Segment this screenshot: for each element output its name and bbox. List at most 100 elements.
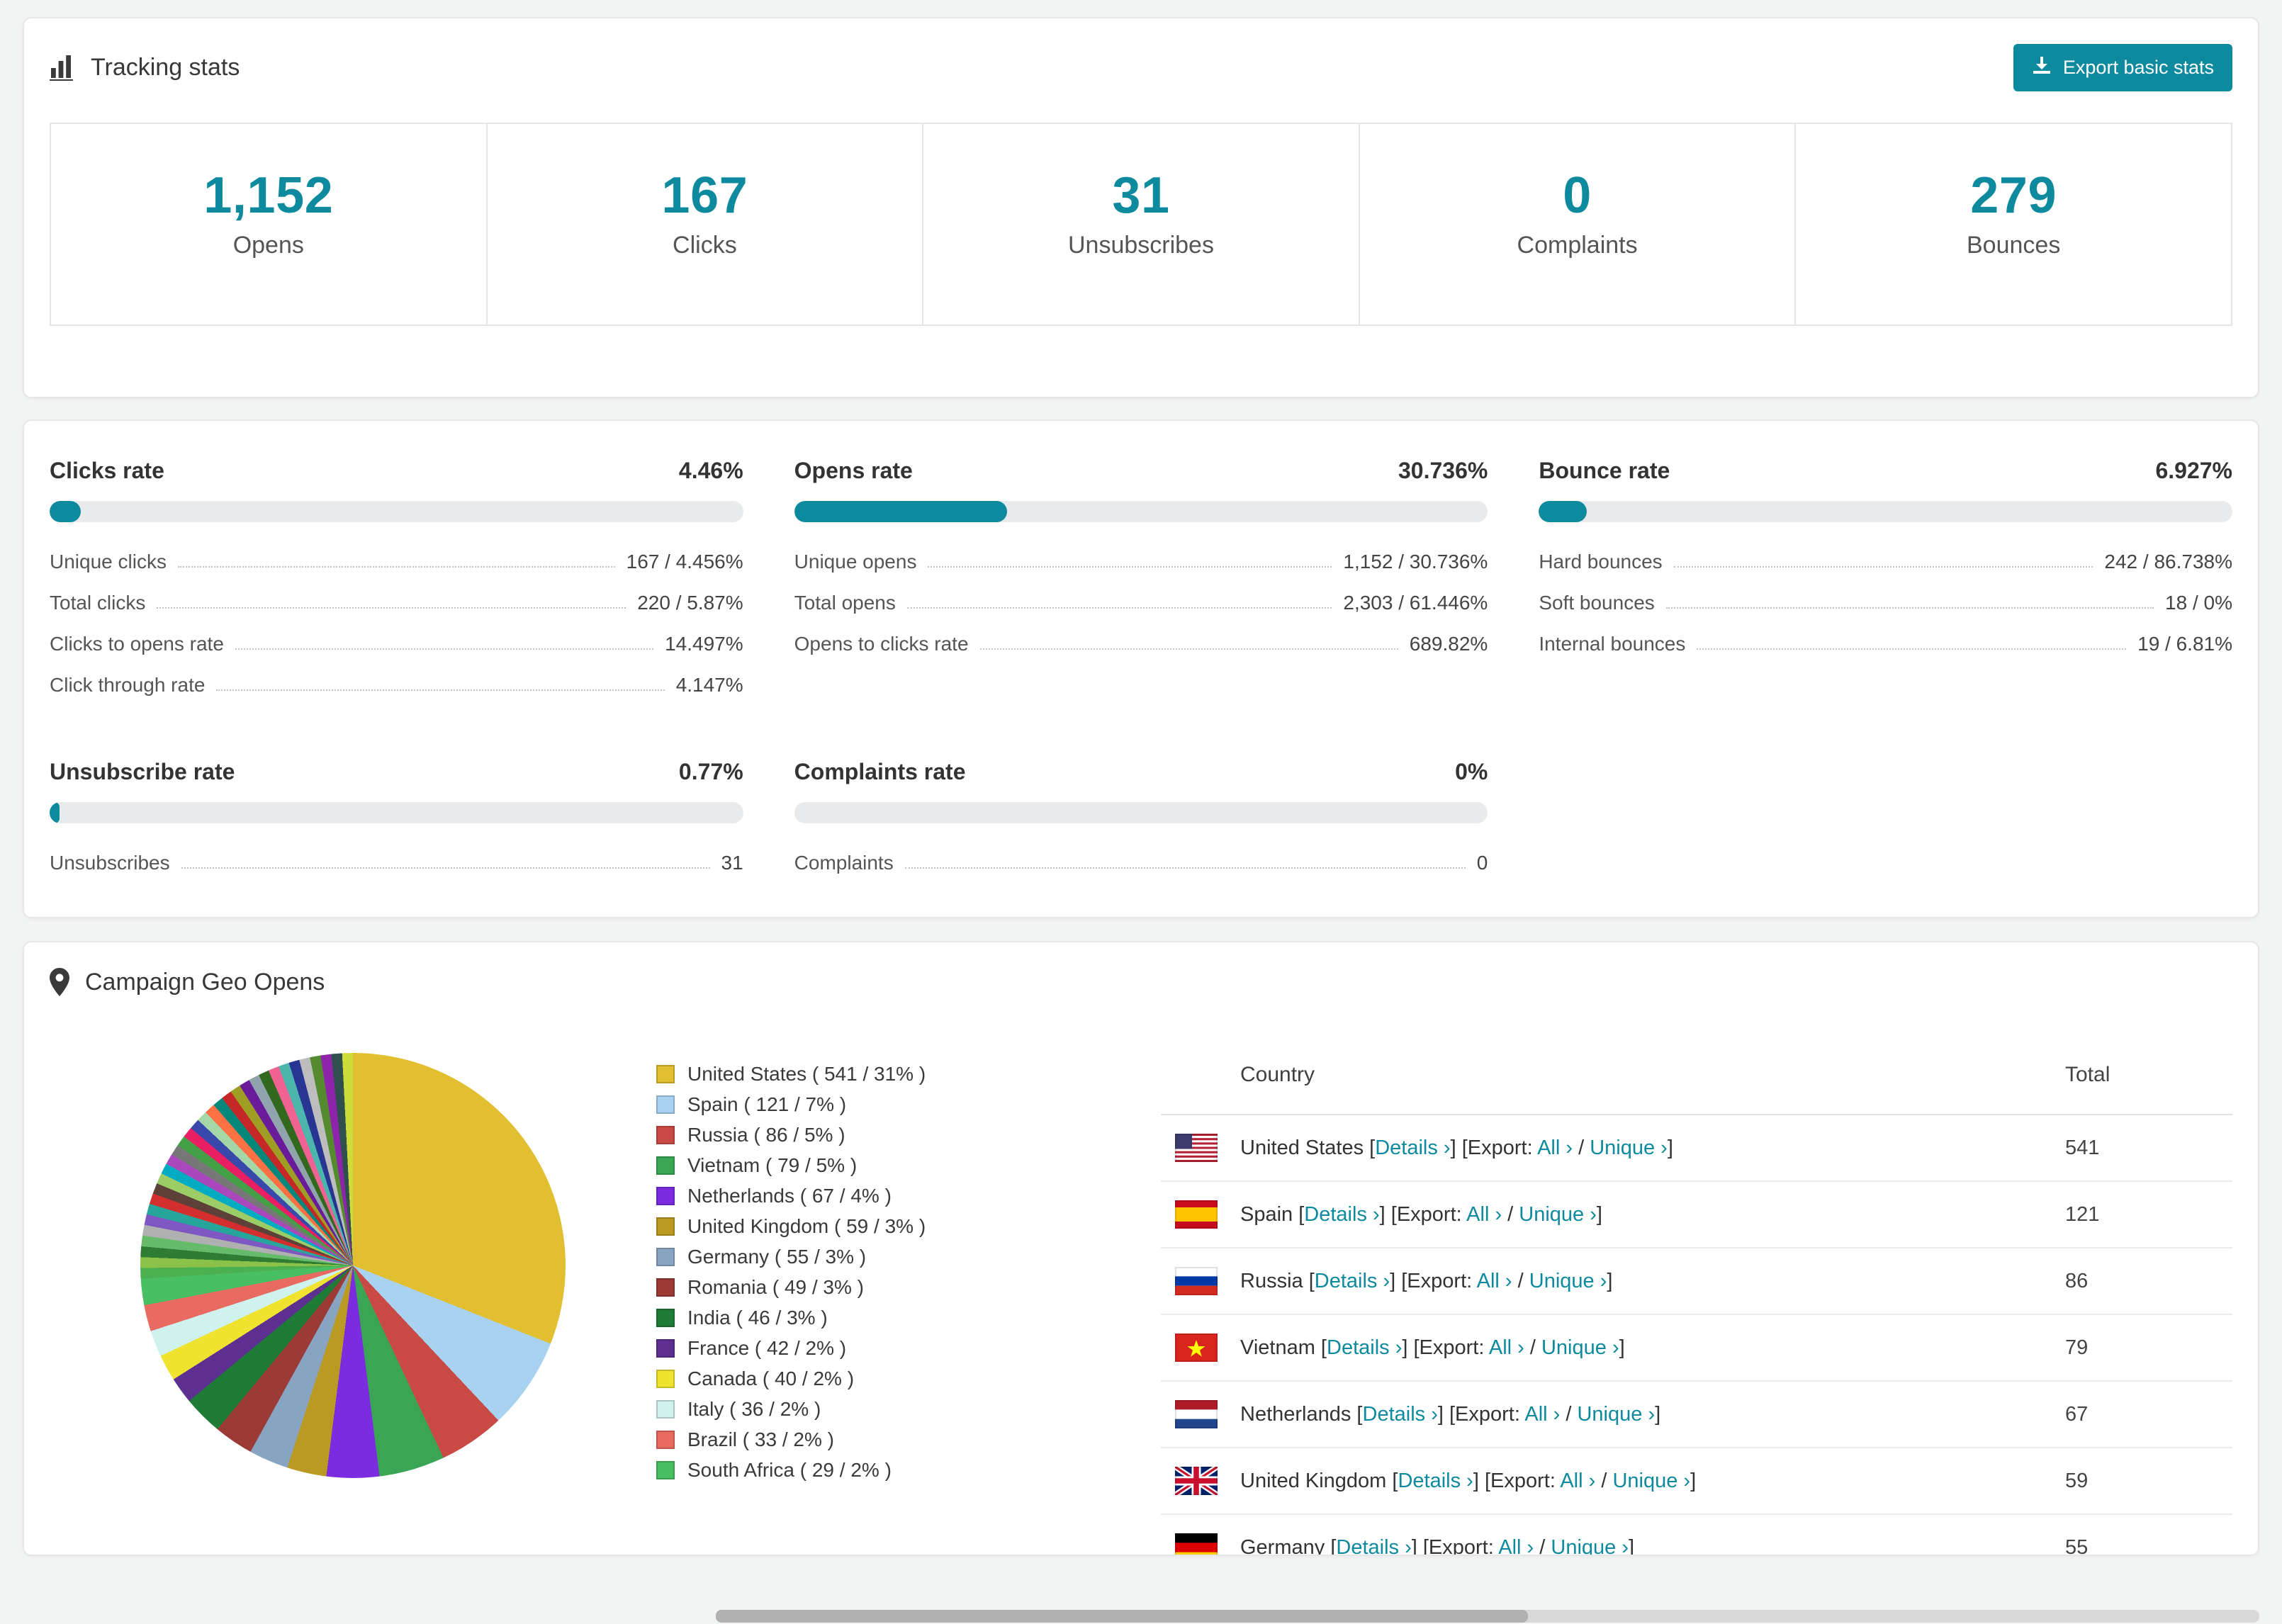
geo-title: Campaign Geo Opens (85, 968, 325, 996)
legend-label: United Kingdom ( 59 / 3% ) (687, 1214, 926, 1237)
metric-value: 220 / 5.87% (637, 592, 743, 614)
metric-label: Hard bounces (1539, 551, 1663, 573)
metric-row: Unique opens 1,152 / 30.736% (794, 551, 1488, 573)
rate-progress-fill (50, 501, 81, 522)
bar-chart-icon (50, 55, 75, 81)
metric-value: 242 / 86.738% (2104, 551, 2232, 573)
metric-row: Clicks to opens rate 14.497% (50, 633, 743, 655)
map-pin-icon (50, 968, 69, 996)
export-unique-link[interactable]: Unique › (1519, 1203, 1597, 1226)
export-all-link[interactable]: All › (1537, 1137, 1573, 1159)
dotted-leader (904, 867, 1466, 869)
tracking-stats-title-row: Tracking stats (50, 54, 240, 81)
metric-label: Opens to clicks rate (794, 633, 969, 655)
legend-label: Spain ( 121 / 7% ) (687, 1093, 847, 1115)
legend-item: United Kingdom ( 59 / 3% ) (656, 1211, 1081, 1241)
stat-label: Complaints (1517, 232, 1638, 259)
rate-value: 6.927% (2155, 458, 2232, 483)
legend-swatch (656, 1430, 675, 1449)
export-unique-link[interactable]: Unique › (1529, 1270, 1607, 1292)
export-all-link[interactable]: All › (1498, 1536, 1534, 1555)
legend-item: Spain ( 121 / 7% ) (656, 1089, 1081, 1120)
dotted-leader (906, 607, 1332, 609)
legend-swatch (656, 1156, 675, 1175)
details-link[interactable]: Details › (1363, 1403, 1438, 1426)
details-link[interactable]: Details › (1375, 1137, 1450, 1159)
total-column-header: Total (2065, 1063, 2110, 1086)
pie-legend: United States ( 541 / 31% ) Spain ( 121 … (656, 1059, 1081, 1485)
legend-swatch (656, 1095, 675, 1114)
export-all-link[interactable]: All › (1560, 1470, 1595, 1492)
legend-label: Brazil ( 33 / 2% ) (687, 1428, 834, 1450)
rate-title: Clicks rate (50, 458, 164, 483)
details-link[interactable]: Details › (1336, 1536, 1411, 1555)
legend-label: South Africa ( 29 / 2% ) (687, 1458, 892, 1481)
rate-header: Opens rate 30.736% (794, 458, 1488, 484)
horizontal-scrollbar-thumb[interactable] (716, 1610, 1528, 1623)
legend-item: Russia ( 86 / 5% ) (656, 1120, 1081, 1150)
dotted-leader (1673, 566, 2093, 568)
details-link[interactable]: Details › (1398, 1470, 1473, 1492)
export-all-link[interactable]: All › (1477, 1270, 1512, 1292)
country-name: United States (1240, 1136, 1364, 1159)
legend-label: Vietnam ( 79 / 5% ) (687, 1154, 858, 1176)
export-unique-link[interactable]: Unique › (1551, 1536, 1629, 1555)
rate-progress-bar (794, 501, 1488, 522)
details-link[interactable]: Details › (1327, 1336, 1402, 1359)
dotted-leader (928, 566, 1332, 568)
country-name: Germany (1240, 1535, 1325, 1556)
metric-row: Hard bounces 242 / 86.738% (1539, 551, 2232, 573)
export-unique-link[interactable]: Unique › (1541, 1336, 1619, 1359)
metric-value: 4.147% (675, 674, 743, 696)
export-unique-link[interactable]: Unique › (1577, 1403, 1655, 1426)
stat-value: 1,152 (203, 167, 334, 224)
stat-strip: 1,152 Opens 167 Clicks 31 Unsubscribes 0… (50, 123, 2232, 326)
export-basic-stats-button[interactable]: Export basic stats (2013, 44, 2232, 91)
metric-row: Opens to clicks rate 689.82% (794, 633, 1488, 655)
legend-swatch (656, 1460, 675, 1479)
details-link[interactable]: Details › (1315, 1270, 1390, 1292)
stat-value: 167 (661, 167, 748, 224)
rate-panel: Opens rate 30.736% Unique opens 1,152 / … (794, 458, 1488, 697)
dashboard-page: Tracking stats Export basic stats 1,152 … (0, 0, 2282, 1624)
export-all-link[interactable]: All › (1524, 1403, 1560, 1426)
metric-value: 14.497% (665, 633, 743, 655)
stat-box: 31 Unsubscribes (922, 124, 1359, 325)
table-row: Germany [Details ›] [Export: All › / Uni… (1161, 1515, 2232, 1556)
metric-label: Total clicks (50, 592, 146, 614)
export-unique-link[interactable]: Unique › (1612, 1470, 1690, 1492)
geo-table: Country Total United States [Details ›] … (1161, 996, 2232, 1556)
legend-item: France ( 42 / 2% ) (656, 1333, 1081, 1363)
rate-value: 0.77% (678, 759, 743, 784)
export-all-link[interactable]: All › (1489, 1336, 1524, 1359)
legend-label: Italy ( 36 / 2% ) (687, 1397, 821, 1420)
export-unique-link[interactable]: Unique › (1590, 1137, 1668, 1159)
country-total: 86 (2065, 1269, 2089, 1292)
metric-value: 18 / 0% (2165, 592, 2232, 614)
export-icon (2032, 55, 2052, 80)
legend-item: Brazil ( 33 / 2% ) (656, 1424, 1081, 1455)
details-link[interactable]: Details › (1304, 1203, 1379, 1226)
stat-value: 31 (1112, 167, 1170, 224)
dotted-leader (177, 566, 615, 568)
metric-value: 31 (721, 852, 743, 874)
stat-box: 0 Complaints (1358, 124, 1795, 325)
stat-value: 279 (1970, 167, 2057, 224)
legend-item: Germany ( 55 / 3% ) (656, 1241, 1081, 1272)
country-total: 55 (2065, 1535, 2089, 1556)
metric-value: 0 (1476, 852, 1488, 874)
dotted-leader (979, 648, 1398, 650)
stat-box: 1,152 Opens (51, 124, 486, 325)
export-all-link[interactable]: All › (1466, 1203, 1502, 1226)
legend-item: India ( 46 / 3% ) (656, 1302, 1081, 1333)
metric-value: 19 / 6.81% (2137, 633, 2232, 655)
rate-progress-bar (50, 501, 743, 522)
metric-row: Soft bounces 18 / 0% (1539, 592, 2232, 614)
campaign-geo-opens-card: Campaign Geo Opens United States ( 541 /… (23, 941, 2259, 1556)
rate-panel: Bounce rate 6.927% Hard bounces 242 / 86… (1539, 458, 2232, 697)
legend-swatch (656, 1308, 675, 1327)
horizontal-scrollbar-track[interactable] (716, 1610, 2259, 1623)
legend-swatch (656, 1399, 675, 1419)
geo-header: Campaign Geo Opens (50, 968, 2232, 996)
country-total: 541 (2065, 1136, 2100, 1159)
